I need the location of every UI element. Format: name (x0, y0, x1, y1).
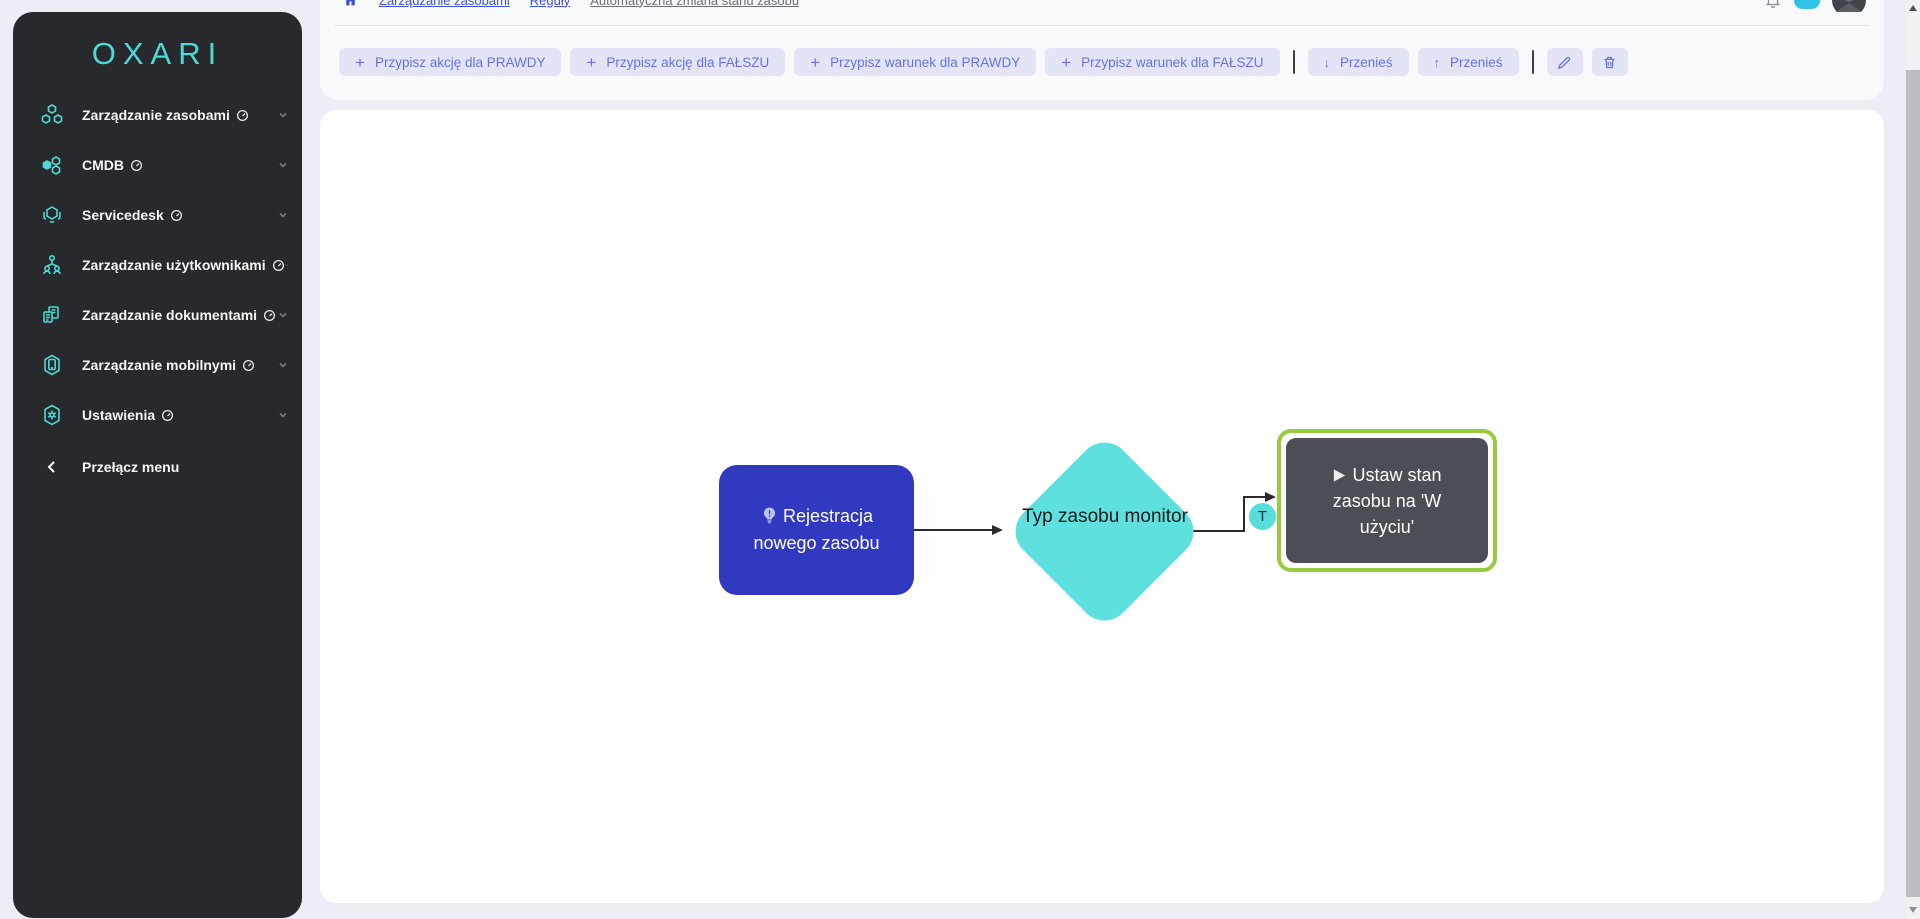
header-divider (334, 25, 1870, 26)
avatar[interactable] (1832, 0, 1866, 12)
gauge-icon (272, 259, 285, 272)
chevron-left-icon (39, 454, 65, 480)
vertical-scrollbar[interactable] (1906, 0, 1920, 919)
chevron-down-icon (278, 210, 288, 220)
gear-hexagon-icon (39, 402, 65, 428)
assign-condition-false-button[interactable]: + Przypisz warunek dla FAŁSZU (1045, 48, 1279, 76)
move-up-button[interactable]: ↑ Przenieś (1418, 48, 1519, 76)
gauge-icon (236, 109, 249, 122)
assign-action-true-button[interactable]: + Przypisz akcję dla PRAWDY (339, 48, 561, 76)
gauge-icon (263, 309, 276, 322)
gauge-icon (161, 409, 174, 422)
sidebar-item-label: Zarządzanie zasobami (82, 107, 230, 123)
plus-icon: + (810, 54, 820, 71)
notification-badge[interactable] (1794, 0, 1820, 9)
sidebar-nav: Zarządzanie zasobami CMDB (13, 90, 302, 492)
bulb-icon (760, 506, 779, 525)
sidebar-item-cmdb[interactable]: CMDB (13, 140, 302, 190)
sidebar-item-label: Zarządzanie mobilnymi (82, 357, 236, 373)
trash-icon (1602, 55, 1617, 70)
chevron-down-icon (278, 360, 288, 370)
pencil-icon (1557, 55, 1572, 70)
collapse-menu-label: Przełącz menu (82, 459, 179, 475)
sidebar-item-label: Zarządzanie dokumentami (82, 307, 257, 323)
workflow-canvas[interactable]: Rejestracja nowego zasobu Typ zasobu mon… (320, 110, 1884, 903)
breadcrumb-strip: Zarządzanie zasobami Reguły Automatyczna… (320, 0, 1884, 12)
edge-true-badge[interactable]: T (1249, 503, 1276, 530)
arrow-up-icon: ↑ (1434, 55, 1441, 70)
plus-icon: + (1061, 54, 1071, 71)
sidebar-item-label: Zarządzanie użytkownikami (82, 257, 266, 273)
sidebar-item-zarzadzanie-uzytkownikami[interactable]: Zarządzanie użytkownikami (13, 240, 302, 290)
flow-node-action-selected[interactable]: Ustaw stan zasobu na 'W użyciu' (1277, 429, 1497, 572)
sidebar-item-zarzadzanie-dokumentami[interactable]: Zarządzanie dokumentami (13, 290, 302, 340)
plus-icon: + (355, 54, 365, 71)
flow-node-action-label: Ustaw stan zasobu na 'W użyciu' (1333, 465, 1442, 537)
chevron-down-icon (278, 160, 288, 170)
toolbar: + Przypisz akcję dla PRAWDY + Przypisz a… (339, 48, 1628, 76)
play-icon (1332, 468, 1347, 483)
scroll-up-arrow[interactable] (1909, 5, 1917, 11)
gauge-icon (130, 159, 143, 172)
breadcrumb-link[interactable]: Zarządzanie zasobami (379, 0, 510, 8)
gauge-icon (242, 359, 255, 372)
toolbar-separator (1293, 50, 1295, 74)
scroll-down-arrow[interactable] (1909, 907, 1917, 913)
app-logo: OXARI (13, 32, 302, 82)
sidebar-collapse-menu[interactable]: Przełącz menu (13, 442, 302, 492)
chevron-down-icon (278, 110, 288, 120)
toolbar-separator (1532, 50, 1534, 74)
delete-button[interactable] (1592, 48, 1628, 76)
edit-button[interactable] (1547, 48, 1583, 76)
sidebar-item-label: Ustawienia (82, 407, 155, 423)
breadcrumb: Zarządzanie zasobami Reguły Automatyczna… (342, 0, 1866, 12)
breadcrumb-link[interactable]: Reguły (530, 0, 570, 8)
org-users-icon (39, 252, 65, 278)
sidebar-item-ustawienia[interactable]: Ustawienia (13, 390, 302, 440)
mobile-hexagon-icon (39, 352, 65, 378)
assign-condition-true-button[interactable]: + Przypisz warunek dla PRAWDY (794, 48, 1036, 76)
home-icon[interactable] (342, 0, 359, 8)
bell-icon[interactable] (1764, 0, 1782, 9)
plus-icon: + (586, 54, 596, 71)
scrollbar-thumb[interactable] (1906, 70, 1920, 897)
move-down-button[interactable]: ↓ Przenieś (1308, 48, 1409, 76)
flow-node-start[interactable]: Rejestracja nowego zasobu (719, 465, 914, 595)
assign-action-false-button[interactable]: + Przypisz akcję dla FAŁSZU (570, 48, 785, 76)
header-card: Zarządzanie zasobami Reguły Automatyczna… (320, 0, 1884, 100)
hexagons-filled-icon (39, 152, 65, 178)
sidebar-item-zarzadzanie-mobilnymi[interactable]: Zarządzanie mobilnymi (13, 340, 302, 390)
gauge-icon (170, 209, 183, 222)
chevron-down-icon (278, 410, 288, 420)
documents-icon (39, 302, 65, 328)
chevron-down-icon (278, 310, 288, 320)
arrow-down-icon: ↓ (1324, 55, 1331, 70)
headset-icon (39, 202, 65, 228)
sidebar-item-label: CMDB (82, 157, 124, 173)
sidebar-item-servicedesk[interactable]: Servicedesk (13, 190, 302, 240)
sidebar: OXARI Zarządzanie zasobami CMDB (13, 12, 302, 918)
hexagons-icon (39, 102, 65, 128)
sidebar-item-label: Servicedesk (82, 207, 164, 223)
sidebar-item-zarzadzanie-zasobami[interactable]: Zarządzanie zasobami (13, 90, 302, 140)
breadcrumb-current: Automatyczna zmiana stanu zasobu (590, 0, 799, 8)
chevron-down-icon (285, 260, 288, 270)
